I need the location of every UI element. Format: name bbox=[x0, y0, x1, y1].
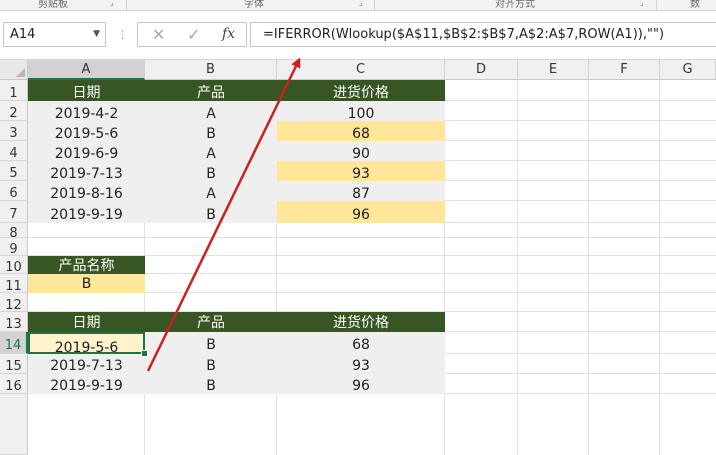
column-header-e[interactable]: E bbox=[518, 60, 589, 80]
source-header-cell[interactable]: 日期 bbox=[28, 80, 145, 101]
source-product-cell[interactable]: A bbox=[145, 181, 277, 201]
result-price-cell[interactable]: 96 bbox=[277, 374, 445, 394]
result-price-cell[interactable]: 68 bbox=[277, 332, 445, 354]
result-product-cell[interactable]: B bbox=[145, 354, 277, 374]
result-header-cell[interactable]: 进货价格 bbox=[277, 312, 445, 332]
source-product-cell[interactable]: A bbox=[145, 141, 277, 161]
source-price-cell[interactable]: 100 bbox=[277, 101, 445, 121]
select-all-icon bbox=[16, 68, 25, 77]
ribbon-group-clipboard: 剪贴板 bbox=[38, 0, 68, 10]
source-header-cell[interactable]: 进货价格 bbox=[277, 80, 445, 101]
ribbon-divider bbox=[374, 0, 375, 10]
name-box[interactable]: A14 ▼ bbox=[3, 22, 106, 47]
name-box-value: A14 bbox=[10, 27, 36, 42]
row-header-7[interactable]: 7 bbox=[0, 201, 28, 223]
formula-bar: A14 ▼ ⋮ ✕ ✓ fx =IFERROR(Wlookup($A$11,$B… bbox=[0, 11, 716, 60]
ribbon-group-number: 数 bbox=[690, 0, 700, 10]
row-header-4[interactable]: 4 bbox=[0, 141, 28, 161]
ribbon-group-strip: 剪贴板 ⌟ 字体 ⌟ 对齐方式 ⌟ 数 bbox=[0, 0, 716, 11]
row-header-6[interactable]: 6 bbox=[0, 181, 28, 201]
source-price-cell[interactable]: 87 bbox=[277, 181, 445, 201]
source-price-cell[interactable]: 93 bbox=[277, 161, 445, 181]
source-product-cell[interactable]: B bbox=[145, 121, 277, 141]
row-header-13[interactable]: 13 bbox=[0, 312, 28, 332]
column-header-c[interactable]: C bbox=[277, 60, 445, 80]
result-date-cell[interactable]: 2019-9-19 bbox=[28, 374, 145, 394]
column-header-b[interactable]: B bbox=[145, 60, 277, 80]
source-date-cell[interactable]: 2019-4-2 bbox=[28, 101, 145, 121]
row-header-2[interactable]: 2 bbox=[0, 101, 28, 121]
row-header-9[interactable]: 9 bbox=[0, 238, 28, 257]
gridline-vertical bbox=[517, 80, 518, 455]
row-header-1[interactable]: 1 bbox=[0, 80, 28, 101]
row-header-14[interactable]: 14 bbox=[0, 332, 28, 354]
ribbon-divider bbox=[126, 0, 127, 10]
source-date-cell[interactable]: 2019-8-16 bbox=[28, 181, 145, 201]
active-cell-a14[interactable]: 2019-5-6 bbox=[28, 332, 145, 354]
source-header-cell[interactable]: 产品 bbox=[145, 80, 277, 101]
font-launcher-icon[interactable]: ⌟ bbox=[359, 0, 363, 7]
gridline-vertical bbox=[588, 80, 589, 455]
row-header-3[interactable]: 3 bbox=[0, 121, 28, 141]
insert-function-button[interactable]: fx bbox=[222, 23, 235, 46]
gridline-vertical bbox=[659, 80, 660, 455]
source-price-cell[interactable]: 90 bbox=[277, 141, 445, 161]
row-header-11[interactable]: 11 bbox=[0, 274, 28, 294]
alignment-launcher-icon[interactable]: ⌟ bbox=[640, 0, 644, 7]
source-date-cell[interactable]: 2019-5-6 bbox=[28, 121, 145, 141]
select-all-button[interactable] bbox=[0, 60, 28, 80]
spreadsheet-grid: ABCDEFG 1 2 3 4 5 6 7 8 9 10 11 12 13 14 15 16 日期 产品 进货价格… bbox=[0, 60, 716, 455]
column-header-d[interactable]: D bbox=[445, 60, 518, 80]
result-header-cell[interactable]: 产品 bbox=[145, 312, 277, 332]
source-date-cell[interactable]: 2019-7-13 bbox=[28, 161, 145, 181]
row-header-15[interactable]: 15 bbox=[0, 354, 28, 374]
row-header-5[interactable]: 5 bbox=[0, 161, 28, 181]
source-product-cell[interactable]: B bbox=[145, 201, 277, 223]
formula-bar-resize-handle[interactable]: ⋮ bbox=[117, 28, 128, 41]
source-product-cell[interactable]: A bbox=[145, 101, 277, 121]
fill-handle[interactable] bbox=[141, 350, 148, 357]
cancel-icon[interactable]: ✕ bbox=[152, 23, 165, 46]
ribbon-divider bbox=[656, 0, 657, 10]
lookup-label-cell[interactable]: 产品名称 bbox=[28, 256, 145, 274]
row-header-10[interactable]: 10 bbox=[0, 256, 28, 275]
ribbon-group-alignment: 对齐方式 bbox=[495, 0, 535, 10]
column-header-g[interactable]: G bbox=[660, 60, 716, 80]
source-price-cell[interactable]: 96 bbox=[277, 201, 445, 223]
row-header-filler bbox=[0, 394, 28, 455]
row-header-16[interactable]: 16 bbox=[0, 374, 28, 394]
column-header-f[interactable]: F bbox=[589, 60, 660, 80]
enter-icon[interactable]: ✓ bbox=[187, 23, 200, 46]
ribbon-group-font: 字体 bbox=[244, 0, 264, 10]
result-product-cell[interactable]: B bbox=[145, 332, 277, 354]
row-header-8[interactable]: 8 bbox=[0, 223, 28, 241]
result-price-cell[interactable]: 93 bbox=[277, 354, 445, 374]
source-date-cell[interactable]: 2019-6-9 bbox=[28, 141, 145, 161]
row-header-12[interactable]: 12 bbox=[0, 293, 28, 313]
column-header-a[interactable]: A bbox=[28, 60, 145, 80]
source-product-cell[interactable]: B bbox=[145, 161, 277, 181]
result-header-cell[interactable]: 日期 bbox=[28, 312, 145, 332]
source-date-cell[interactable]: 2019-9-19 bbox=[28, 201, 145, 223]
formula-input[interactable]: =IFERROR(Wlookup($A$11,$B$2:$B$7,A$2:A$7… bbox=[250, 22, 716, 47]
formula-bar-buttons: ✕ ✓ fx bbox=[137, 22, 247, 47]
source-price-cell[interactable]: 68 bbox=[277, 121, 445, 141]
gridline-horizontal bbox=[28, 237, 716, 238]
result-product-cell[interactable]: B bbox=[145, 374, 277, 394]
chevron-down-icon[interactable]: ▼ bbox=[93, 23, 100, 46]
clipboard-launcher-icon[interactable]: ⌟ bbox=[110, 0, 114, 7]
result-date-cell[interactable]: 2019-7-13 bbox=[28, 354, 145, 374]
lookup-value-cell[interactable]: B bbox=[28, 274, 145, 293]
